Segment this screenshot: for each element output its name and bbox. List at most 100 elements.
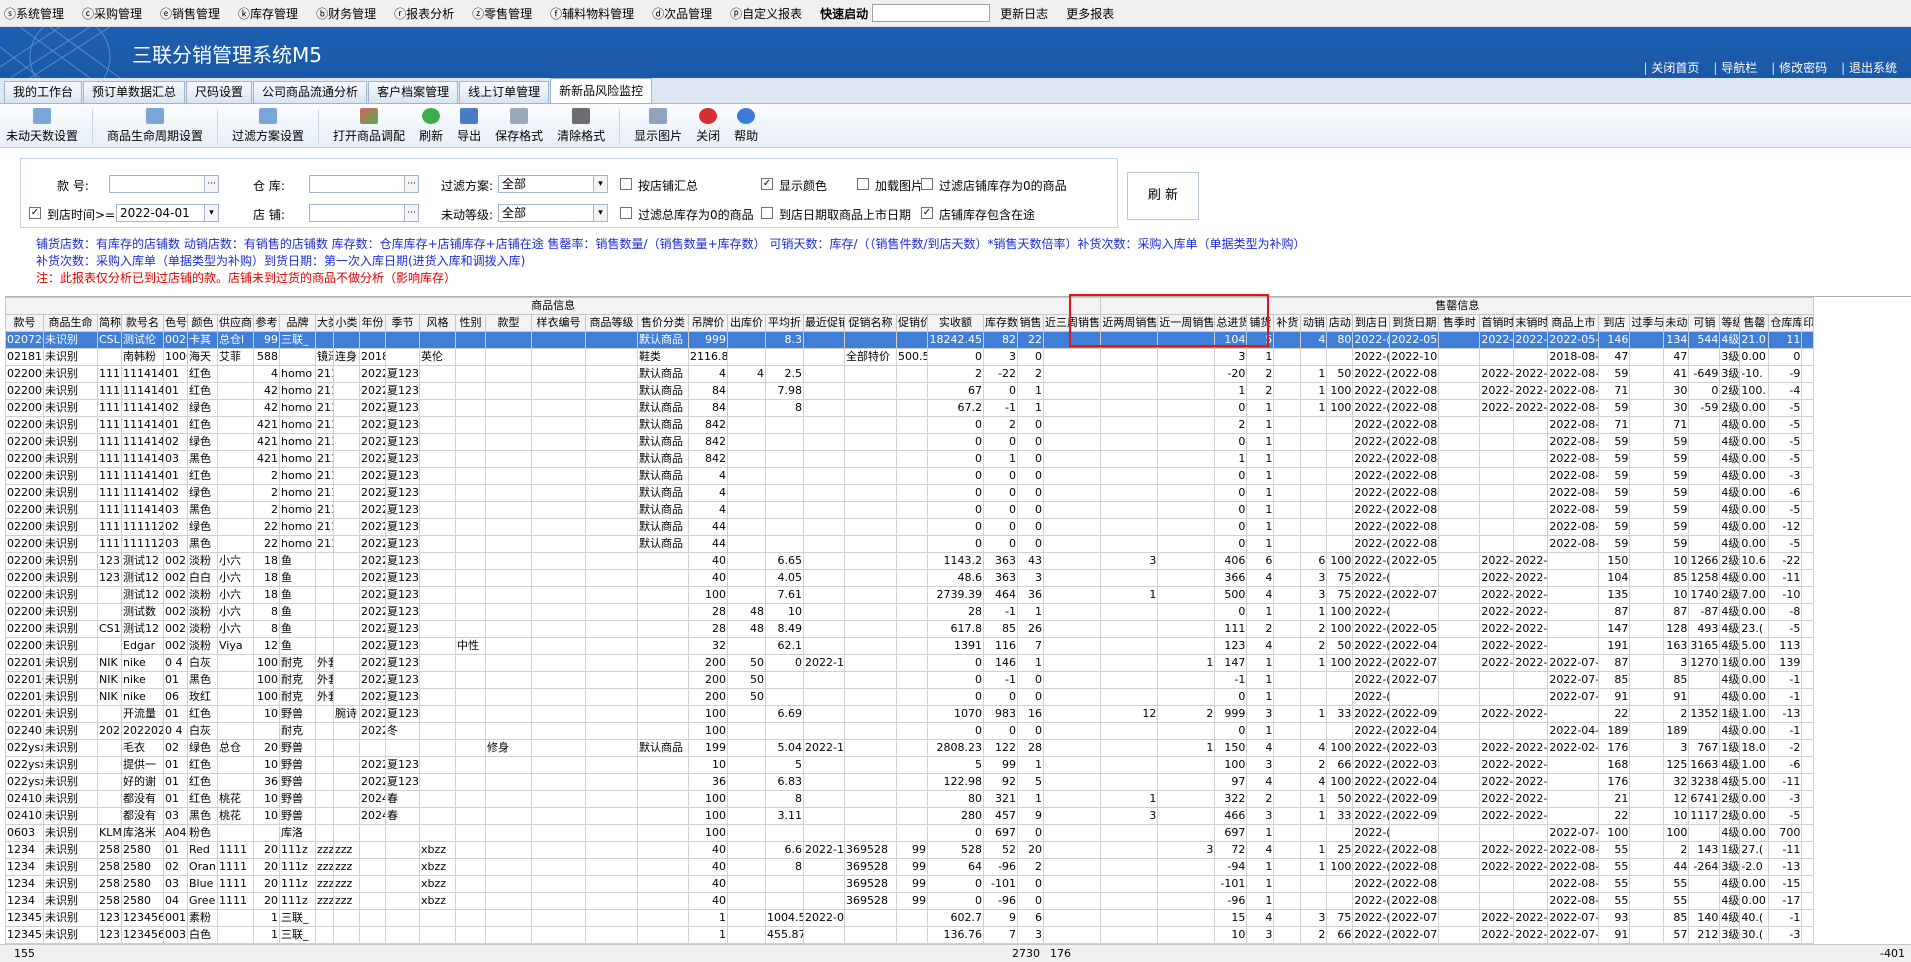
- column-header[interactable]: 商品生命: [43, 314, 98, 332]
- filter-zero-store-checkbox[interactable]: [921, 178, 933, 190]
- show-color-checkbox[interactable]: ✓: [761, 178, 773, 190]
- table-row[interactable]: 022ysx 未识别 毛衣 02 绿色 总仓 20 野兽 修身 默认商品 199 5.04 2022-1…: [5, 739, 1815, 757]
- column-header[interactable]: 商品上市: [1547, 314, 1600, 332]
- table-row[interactable]: 022401未识别2022022020 4白灰耐克2022冬1000000120…: [5, 722, 1815, 740]
- arrival-time-select[interactable]: 2022-04-01 ▾: [116, 204, 219, 222]
- filter-scheme-button[interactable]: 过滤方案设置: [232, 107, 304, 144]
- table-row[interactable]: 022009未识别Edgar002淡粉Viya12鱼2022夏123中性3262…: [5, 637, 1815, 655]
- by-store-checkbox[interactable]: [620, 178, 632, 190]
- column-header[interactable]: 款号名: [121, 314, 164, 332]
- column-header[interactable]: 实收额: [927, 314, 984, 332]
- style-no-input[interactable]: ···: [109, 175, 219, 193]
- tab-product-flow[interactable]: 公司商品流通分析: [253, 81, 368, 103]
- more-reports-link[interactable]: 更多报表: [1066, 5, 1124, 22]
- menu-defects[interactable]: ⓓ次品管理: [652, 5, 722, 22]
- ellipsis-icon[interactable]: ···: [404, 176, 418, 192]
- tab-preorder-summary[interactable]: 预订单数据汇总: [83, 81, 186, 103]
- ellipsis-icon[interactable]: ···: [204, 176, 218, 192]
- column-header[interactable]: 首销时: [1479, 314, 1515, 332]
- open-allocation-button[interactable]: 打开商品调配: [333, 107, 405, 144]
- arrival-time-checkbox[interactable]: ✓: [29, 207, 41, 219]
- nav-bar-link[interactable]: 导航栏: [1713, 59, 1757, 76]
- column-header[interactable]: 吊牌价: [688, 314, 728, 332]
- column-header[interactable]: 大类: [315, 314, 334, 332]
- clear-format-button[interactable]: 清除格式: [557, 107, 605, 144]
- table-row[interactable]: 022009未识别测试12002淡粉小六18鱼2022夏1231007.6127…: [5, 586, 1815, 604]
- ellipsis-icon[interactable]: ···: [404, 205, 418, 221]
- tab-new-product-risk[interactable]: 新新品风险监控: [550, 78, 653, 103]
- column-header[interactable]: 末销时: [1513, 314, 1549, 332]
- column-header[interactable]: 出库价: [727, 314, 766, 332]
- table-row[interactable]: 022009未识别11111141402绿色421homo2112022夏123…: [5, 433, 1815, 451]
- menu-retail[interactable]: ⓩ零售管理: [472, 5, 542, 22]
- table-row[interactable]: 0603 未识别 KLM 库洛米 A04 粉色 库洛 100 0 697 0 697 1 2022-(20…: [5, 824, 1815, 842]
- column-header[interactable]: 仓库库: [1768, 314, 1803, 332]
- column-header[interactable]: 等级: [1719, 314, 1741, 332]
- data-grid[interactable]: 商品信息 售罄信息 款号商品生命简称款号名色号颜色供应商参考品牌大类小类年份季节…: [5, 296, 1911, 946]
- column-header[interactable]: 促销价: [896, 314, 928, 332]
- close-home-link[interactable]: 关闭首页: [1644, 59, 1699, 76]
- table-row[interactable]: 123456未识别123123456001素粉1三联_11004.52022-0…: [5, 909, 1815, 927]
- column-header[interactable]: 店动: [1326, 314, 1354, 332]
- table-row[interactable]: 022009未识别CS1测试12002淡粉小六8鱼2022夏12328488.4…: [5, 620, 1815, 638]
- column-header[interactable]: 参考: [253, 314, 280, 332]
- table-row[interactable]: 022010未识别NIKnike01黑色100耐克外套2022夏12320050…: [5, 671, 1815, 689]
- chevron-down-icon[interactable]: ▾: [593, 176, 607, 192]
- load-image-checkbox[interactable]: [857, 178, 869, 190]
- unsold-level-select[interactable]: 全部 ▾: [498, 204, 608, 222]
- tab-size-settings[interactable]: 尺码设置: [186, 81, 253, 103]
- column-header[interactable]: 到店日: [1352, 314, 1391, 332]
- column-header[interactable]: 售价分类: [637, 314, 689, 332]
- column-header[interactable]: 性别: [455, 314, 486, 332]
- warehouse-input[interactable]: ···: [309, 175, 419, 193]
- column-header[interactable]: 售季时: [1438, 314, 1481, 332]
- table-row[interactable]: 022009未识别11111141402绿色42homo2112022夏123默…: [5, 399, 1815, 417]
- quick-start-input[interactable]: [872, 4, 991, 22]
- column-header[interactable]: 促销名称: [844, 314, 897, 332]
- save-format-button[interactable]: 保存格式: [495, 107, 543, 144]
- table-row[interactable]: 022009未识别11111111202绿色22homo2112022夏123默…: [5, 518, 1815, 536]
- table-row[interactable]: 022010未识别NIKnike06玫红100耐克外套2022夏12320050…: [5, 688, 1815, 706]
- table-row[interactable]: 1234 未识别 258 2580 02 Oran 1111 20 111z zzz zzz xbzz…: [5, 858, 1815, 876]
- table-row[interactable]: 022009未识别11111141401红色421homo2112022夏123…: [5, 416, 1815, 434]
- column-header[interactable]: 款号: [5, 314, 44, 332]
- table-row[interactable]: 022010未识别NIKnike0 4白灰100耐克外套2022夏1232005…: [5, 654, 1815, 672]
- table-row[interactable]: 022009未识别11111141401红色4homo2112022夏123默认…: [5, 365, 1815, 383]
- table-row[interactable]: 022ysx未识别提供一01红色10野兽2022夏123105599110032…: [5, 756, 1815, 774]
- table-row[interactable]: 022009未识别123测试12002淡粉小六18鱼2022夏123406.65…: [5, 552, 1815, 570]
- table-row[interactable]: 1234 未识别 258 2580 04 Gree 1111 20 111z zzz zzz xbzz…: [5, 892, 1815, 910]
- column-header[interactable]: 销售: [1017, 314, 1044, 332]
- unsold-days-button[interactable]: 未动天数设置: [6, 107, 78, 144]
- table-row[interactable]: 022009未识别11111141403黑色2homo2112022夏123默认…: [5, 501, 1815, 519]
- chevron-down-icon[interactable]: ▾: [593, 205, 607, 221]
- column-header[interactable]: 供应商: [217, 314, 254, 332]
- table-row[interactable]: 022010未识别开流量01红色10野兽腕诗2022夏1231006.69107…: [5, 705, 1815, 723]
- column-header[interactable]: 样衣编号: [531, 314, 586, 332]
- show-image-button[interactable]: 显示图片: [634, 107, 682, 144]
- scheme-select[interactable]: 全部 ▾: [498, 175, 608, 193]
- menu-inventory[interactable]: ⓚ库存管理: [238, 5, 308, 22]
- filter-refresh-button[interactable]: 刷 新: [1127, 172, 1199, 220]
- tab-online-orders[interactable]: 线上订单管理: [459, 81, 550, 103]
- column-header[interactable]: 小类: [333, 314, 360, 332]
- table-row[interactable]: 024103未识别都没有01红色桃花10野兽2024春1008803211132…: [5, 790, 1815, 808]
- column-header[interactable]: 商品等级: [585, 314, 638, 332]
- chevron-down-icon[interactable]: ▾: [204, 205, 218, 221]
- store-input[interactable]: ···: [309, 204, 419, 222]
- table-row[interactable]: 022009未识别11111141401红色42homo2112022夏123默…: [5, 382, 1815, 400]
- column-header[interactable]: 到货日期: [1389, 314, 1440, 332]
- column-header[interactable]: 过季与: [1629, 314, 1665, 332]
- column-header[interactable]: 未动: [1663, 314, 1690, 332]
- table-row[interactable]: 022009未识别123测试120021白白小六18鱼2022夏123404.0…: [5, 569, 1815, 587]
- column-header[interactable]: 简称: [97, 314, 122, 332]
- table-row[interactable]: 022009未识别11111111203黑色22homo2112022夏123默…: [5, 535, 1815, 553]
- table-row[interactable]: 022ysx未识别好的谢01红色36野兽2022夏123366.83122.98…: [5, 773, 1815, 791]
- column-header[interactable]: 色号: [163, 314, 188, 332]
- column-header[interactable]: 印: [1801, 314, 1815, 332]
- filter-zero-total-checkbox[interactable]: [620, 207, 632, 219]
- menu-materials[interactable]: ⓕ辅料物料管理: [550, 5, 644, 22]
- column-header[interactable]: 到店: [1598, 314, 1631, 332]
- update-log-link[interactable]: 更新日志: [1000, 5, 1058, 22]
- column-header[interactable]: 季节: [385, 314, 420, 332]
- menu-finance[interactable]: ⓑ财务管理: [316, 5, 386, 22]
